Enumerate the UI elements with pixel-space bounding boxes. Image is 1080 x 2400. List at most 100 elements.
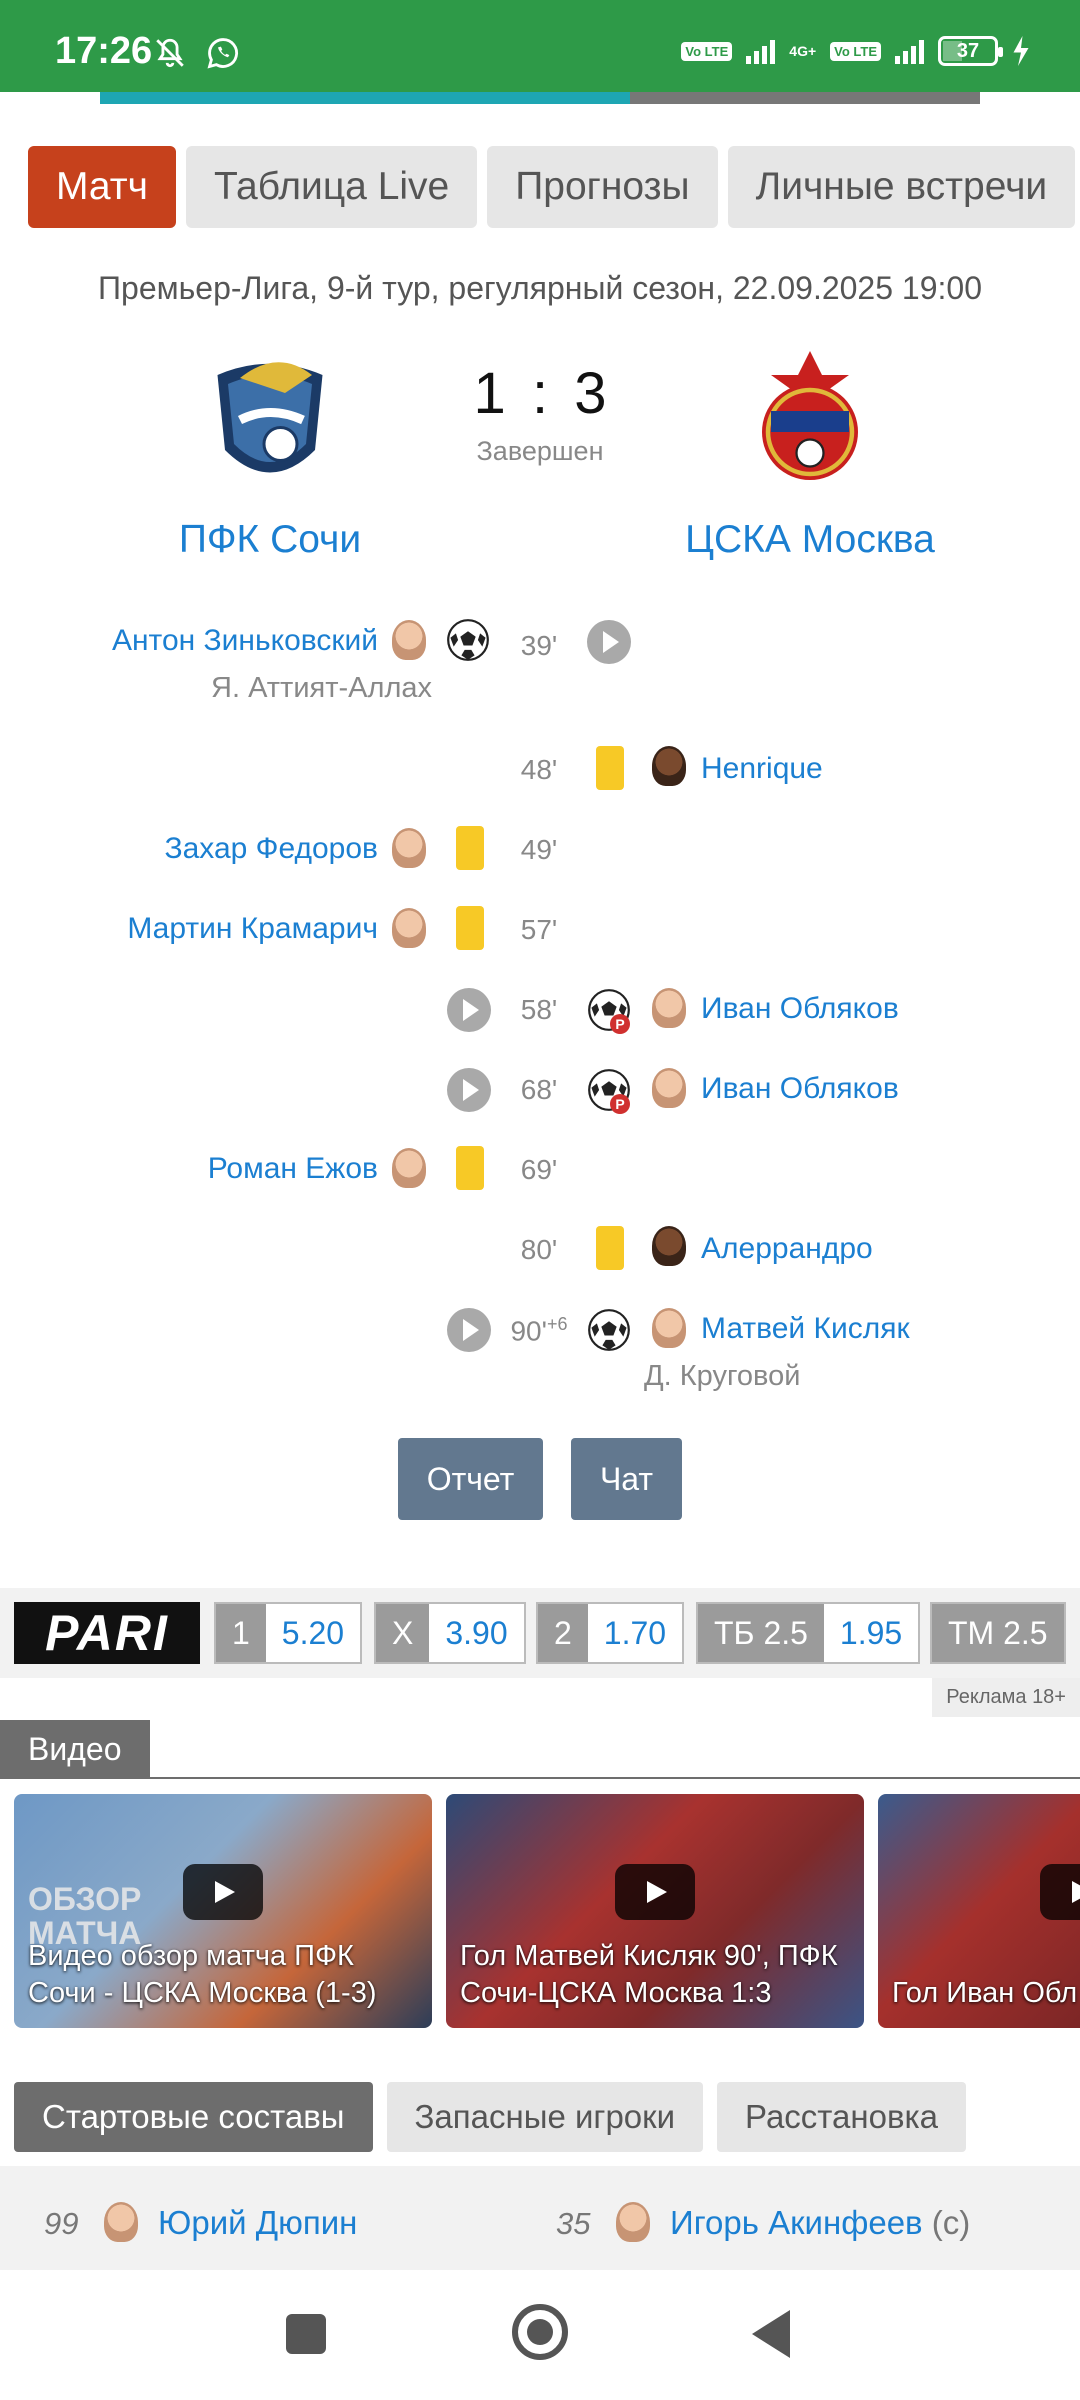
home-player-number: 99 — [44, 2206, 79, 2241]
battery-level: 37 — [956, 40, 980, 62]
tab-starting-lineups[interactable]: Стартовые составы — [14, 2082, 373, 2152]
yellow-card-icon — [456, 906, 484, 950]
report-button[interactable]: Отчет — [398, 1438, 543, 1520]
away-player-number: 35 — [556, 2206, 591, 2241]
tab-formation[interactable]: Расстановка — [717, 2082, 967, 2152]
chat-button[interactable]: Чат — [571, 1438, 682, 1520]
video-section-label[interactable]: Видео — [0, 1720, 150, 1778]
player-photo — [652, 1308, 686, 1348]
event-player[interactable]: Антон Зиньковский — [112, 624, 378, 658]
goal-ball-icon — [447, 619, 489, 661]
event-minute: 69' — [520, 1154, 558, 1185]
event-row: Антон Зиньковский 39' Я. Аттият-Аллах — [0, 610, 1080, 704]
cska-logo-icon[interactable] — [735, 345, 885, 495]
event-minute: 68' — [520, 1074, 558, 1105]
event-row: 58' P Иван Обляков — [0, 980, 1080, 1040]
event-player[interactable]: Матвей Кисляк — [701, 1312, 910, 1346]
lineup-tabs: Стартовые составы Запасные игроки Расста… — [14, 2082, 967, 2152]
odd-away-win[interactable]: 2 1.70 — [536, 1602, 685, 1664]
video-play-icon[interactable] — [447, 1308, 491, 1352]
yellow-card-icon — [596, 746, 624, 790]
video-play-icon[interactable] — [1040, 1864, 1080, 1920]
signal-icon-2 — [895, 38, 924, 64]
event-player[interactable]: Роман Ежов — [208, 1152, 378, 1186]
event-player[interactable]: Иван Обляков — [701, 1072, 899, 1106]
event-row: 48' Henrique — [0, 740, 1080, 800]
event-assist: Я. Аттият-Аллах — [211, 672, 432, 704]
video-caption: Видео обзор матча ПФК Сочи - ЦСКА Москва… — [28, 1940, 377, 2009]
tab-head-to-head[interactable]: Личные встречи — [727, 146, 1076, 228]
battery-icon: 37 — [938, 36, 1003, 66]
event-player[interactable]: Алеррандро — [701, 1232, 873, 1266]
pari-logo[interactable]: PARI — [14, 1602, 200, 1664]
home-team-name[interactable]: ПФК Сочи — [70, 518, 470, 562]
ad-disclaimer: Реклама 18+ — [932, 1678, 1080, 1717]
odd-over-2-5[interactable]: ТБ 2.5 1.95 — [696, 1602, 921, 1664]
yellow-card-icon — [456, 826, 484, 870]
lineup-row: 99 Юрий Дюпин 35 Игорь Акинфеев (c) — [0, 2166, 1080, 2270]
odd-draw[interactable]: X 3.90 — [374, 1602, 526, 1664]
ad-strip[interactable] — [100, 92, 980, 104]
event-row: Роман Ежов 69' — [0, 1140, 1080, 1200]
event-row: 68' P Иван Обляков — [0, 1060, 1080, 1120]
away-score: 3 — [574, 361, 607, 426]
player-photo — [392, 828, 426, 868]
away-team-name[interactable]: ЦСКА Москва — [610, 518, 1010, 562]
home-icon[interactable] — [512, 2304, 568, 2360]
event-minute: 39' — [520, 630, 558, 661]
yellow-card-icon — [456, 1146, 484, 1190]
event-minute: 90'+6 — [510, 1314, 568, 1347]
event-row: 90'+6 Матвей Кисляк Д. Круговой — [0, 1300, 1080, 1392]
video-thumbnail[interactable]: Гол Иван Обл Сочи-ЦСКА М — [878, 1794, 1080, 2028]
volte-badge: Vo LTE — [681, 41, 733, 61]
video-thumbnail[interactable]: ОБЗОР МАТЧА Видео обзор матча ПФК Сочи -… — [14, 1794, 432, 2028]
signal-icon — [746, 38, 776, 64]
event-player[interactable]: Мартин Крамарич — [127, 912, 378, 946]
event-player[interactable]: Henrique — [701, 752, 823, 786]
home-score: 1 — [473, 361, 506, 426]
video-play-icon[interactable] — [447, 1068, 491, 1112]
event-row: Мартин Крамарич 57' — [0, 900, 1080, 960]
sochi-logo-icon[interactable] — [195, 345, 345, 495]
match-meta: Премьер-Лига, 9-й тур, регулярный сезон,… — [98, 270, 982, 306]
goal-ball-icon — [588, 1309, 630, 1351]
yellow-card-icon — [596, 1226, 624, 1270]
player-photo — [652, 746, 686, 786]
event-minute: 48' — [520, 754, 558, 785]
video-play-icon[interactable] — [615, 1864, 695, 1920]
back-icon[interactable] — [752, 2310, 790, 2358]
video-play-icon[interactable] — [447, 988, 491, 1032]
home-player-name[interactable]: Юрий Дюпин — [158, 2204, 357, 2242]
video-play-icon[interactable] — [183, 1864, 263, 1920]
score-separator: : — [531, 361, 549, 426]
status-time: 17:26 — [55, 30, 153, 72]
tab-match[interactable]: Матч — [28, 146, 176, 228]
player-photo — [392, 1148, 426, 1188]
match-status: Завершен — [476, 436, 604, 466]
player-photo — [392, 908, 426, 948]
odd-under-2-5[interactable]: ТМ 2.5 — [930, 1602, 1066, 1664]
away-player-name[interactable]: Игорь Акинфеев (c) — [670, 2204, 970, 2242]
event-assist: Д. Круговой — [644, 1360, 801, 1392]
tab-substitutes[interactable]: Запасные игроки — [386, 2082, 704, 2152]
player-photo — [104, 2202, 138, 2242]
video-play-icon[interactable] — [587, 620, 631, 664]
event-row: 80' Алеррандро — [0, 1220, 1080, 1280]
video-thumbnail[interactable]: Гол Матвей Кисляк 90', ПФК Сочи-ЦСКА Мос… — [446, 1794, 864, 2028]
tab-predictions[interactable]: Прогнозы — [487, 146, 718, 228]
player-photo — [616, 2202, 650, 2242]
event-player[interactable]: Иван Обляков — [701, 992, 899, 1026]
player-photo — [392, 620, 426, 660]
event-row: Захар Федоров 49' — [0, 820, 1080, 880]
video-caption: Гол Иван Обл Сочи-ЦСКА М — [892, 1977, 1080, 2009]
video-caption: Гол Матвей Кисляк 90', ПФК Сочи-ЦСКА Мос… — [460, 1940, 838, 2009]
event-player[interactable]: Захар Федоров — [164, 832, 378, 866]
penalty-badge: P — [610, 1014, 630, 1034]
recent-apps-icon[interactable] — [286, 2314, 326, 2354]
player-photo — [652, 1068, 686, 1108]
event-minute: 80' — [520, 1234, 558, 1265]
tab-live-table[interactable]: Таблица Live — [185, 146, 478, 228]
odd-home-win[interactable]: 1 5.20 — [214, 1602, 363, 1664]
match-score: 1 : 3 — [440, 360, 640, 427]
player-photo — [652, 988, 686, 1028]
